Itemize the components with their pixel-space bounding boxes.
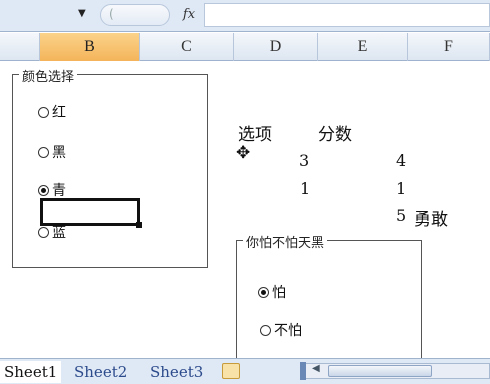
sheet-tab-bar: Sheet1 Sheet2 Sheet3 ◀ bbox=[0, 358, 490, 384]
cell-header-option[interactable]: 选项 bbox=[238, 120, 272, 145]
radio-afraid[interactable]: 怕 bbox=[258, 282, 286, 302]
insert-function-button[interactable]: fx bbox=[178, 4, 200, 26]
tab-split-handle[interactable] bbox=[300, 362, 306, 380]
sheet-tab-1[interactable]: Sheet1 bbox=[0, 361, 62, 383]
active-cell-selection[interactable] bbox=[40, 198, 140, 226]
sheet-tab-2[interactable]: Sheet2 bbox=[70, 361, 131, 383]
move-cross-icon: ✥ bbox=[236, 143, 251, 163]
scrollbar-thumb[interactable] bbox=[328, 365, 432, 377]
cell-r1-option[interactable]: 3 bbox=[299, 151, 309, 170]
cell-r2-option[interactable]: 1 bbox=[300, 179, 310, 198]
radio-cyan-circle[interactable] bbox=[38, 184, 49, 196]
radio-black-circle[interactable] bbox=[38, 146, 49, 158]
radio-afraid-label: 怕 bbox=[272, 285, 286, 301]
cell-r3-score[interactable]: 5 bbox=[396, 206, 406, 225]
column-header-c[interactable]: C bbox=[140, 33, 234, 61]
color-group-legend: 颜色选择 bbox=[19, 66, 78, 85]
radio-red[interactable]: 红 bbox=[38, 102, 66, 122]
fill-handle[interactable] bbox=[136, 222, 142, 228]
scroll-left-icon[interactable]: ◀ bbox=[312, 363, 320, 374]
cell-r1-score[interactable]: 4 bbox=[396, 151, 406, 170]
radio-black[interactable]: 黑 bbox=[38, 142, 66, 162]
function-buttons[interactable]: ( bbox=[100, 4, 170, 26]
column-header-f[interactable]: F bbox=[408, 33, 490, 61]
radio-red-label: 红 bbox=[52, 105, 66, 121]
radio-blue-circle[interactable] bbox=[38, 226, 49, 238]
column-header-b[interactable]: B bbox=[40, 33, 140, 61]
radio-not-afraid-label: 不怕 bbox=[274, 323, 302, 339]
radio-black-label: 黑 bbox=[52, 145, 66, 161]
cancel-glyph: ( bbox=[109, 7, 114, 21]
column-header-d[interactable]: D bbox=[234, 33, 318, 61]
column-header-corner[interactable] bbox=[0, 33, 40, 61]
cell-r3-text[interactable]: 勇敢 bbox=[414, 205, 448, 230]
sheet-tab-3[interactable]: Sheet3 bbox=[146, 361, 207, 383]
formula-bar: ▼ ( fx bbox=[0, 0, 490, 32]
column-header-row: B C D E F bbox=[0, 33, 490, 61]
insert-sheet-icon[interactable] bbox=[222, 363, 240, 379]
radio-red-circle[interactable] bbox=[38, 106, 49, 118]
namebox-dropdown-icon[interactable]: ▼ bbox=[78, 8, 86, 19]
fear-group-legend: 你怕不怕天黑 bbox=[243, 232, 328, 251]
cell-header-score[interactable]: 分数 bbox=[318, 120, 352, 145]
cell-r2-score[interactable]: 1 bbox=[396, 179, 406, 198]
radio-afraid-circle[interactable] bbox=[258, 286, 269, 298]
fear-group-box: 你怕不怕天黑 bbox=[236, 232, 422, 364]
formula-input[interactable] bbox=[204, 3, 490, 27]
column-header-e[interactable]: E bbox=[318, 33, 408, 61]
radio-not-afraid-circle[interactable] bbox=[260, 324, 271, 336]
radio-cyan-label: 青 bbox=[52, 183, 66, 199]
radio-cyan[interactable]: 青 bbox=[38, 180, 66, 200]
radio-not-afraid[interactable]: 不怕 bbox=[260, 320, 302, 340]
